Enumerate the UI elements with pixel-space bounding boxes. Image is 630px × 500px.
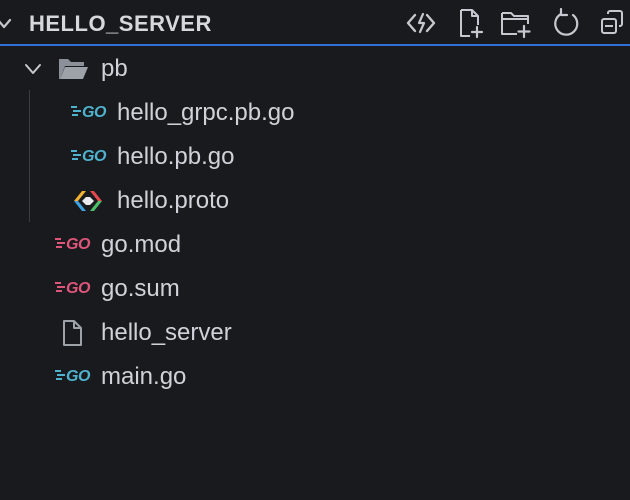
tree-item-label: hello.pb.go [117, 143, 235, 170]
collapse-all-icon[interactable] [598, 6, 630, 40]
chevron-down-icon[interactable] [0, 14, 14, 34]
refresh-icon[interactable] [549, 6, 583, 40]
go-mod-icon: GO [55, 233, 90, 257]
explorer-title: HELLO_SERVER [29, 11, 212, 36]
code-link-icon[interactable] [404, 6, 438, 40]
tree-item-label: hello.proto [117, 187, 230, 214]
tree-file-go-mod[interactable]: GO go.mod [0, 223, 630, 267]
tree-item-label: go.mod [101, 231, 182, 258]
chevron-down-icon[interactable] [22, 58, 44, 80]
tree-file-hello-pb-go[interactable]: GO hello.pb.go [0, 135, 630, 179]
tree-folder-pb[interactable]: pb [0, 47, 630, 91]
new-folder-icon[interactable] [499, 6, 533, 40]
new-file-icon[interactable] [453, 6, 487, 40]
tree-file-go-sum[interactable]: GO go.sum [0, 267, 630, 311]
tree-file-hello-proto[interactable]: hello.proto [0, 179, 630, 223]
folder-open-icon [59, 59, 88, 79]
tree-item-label: main.go [101, 363, 187, 390]
tree-file-main-go[interactable]: GO main.go [0, 355, 630, 399]
go-file-icon: GO [55, 365, 90, 389]
go-file-icon: GO [71, 101, 106, 125]
tree-item-label: pb [101, 55, 128, 82]
file-icon [63, 320, 82, 346]
proto-file-icon [74, 191, 102, 211]
tree-item-label: hello_grpc.pb.go [117, 99, 295, 126]
go-sum-icon: GO [55, 277, 90, 301]
tree-item-label: go.sum [101, 275, 180, 302]
tree-file-hello-server[interactable]: hello_server [0, 311, 630, 355]
go-file-icon: GO [71, 145, 106, 169]
tree-file-hello-grpc-pb-go[interactable]: GO hello_grpc.pb.go [0, 91, 630, 135]
explorer-header[interactable]: HELLO_SERVER [0, 0, 630, 46]
tree-item-label: hello_server [101, 319, 232, 346]
explorer-panel: HELLO_SERVER pb GO hello_grpc.pb.go GO h… [0, 0, 630, 500]
